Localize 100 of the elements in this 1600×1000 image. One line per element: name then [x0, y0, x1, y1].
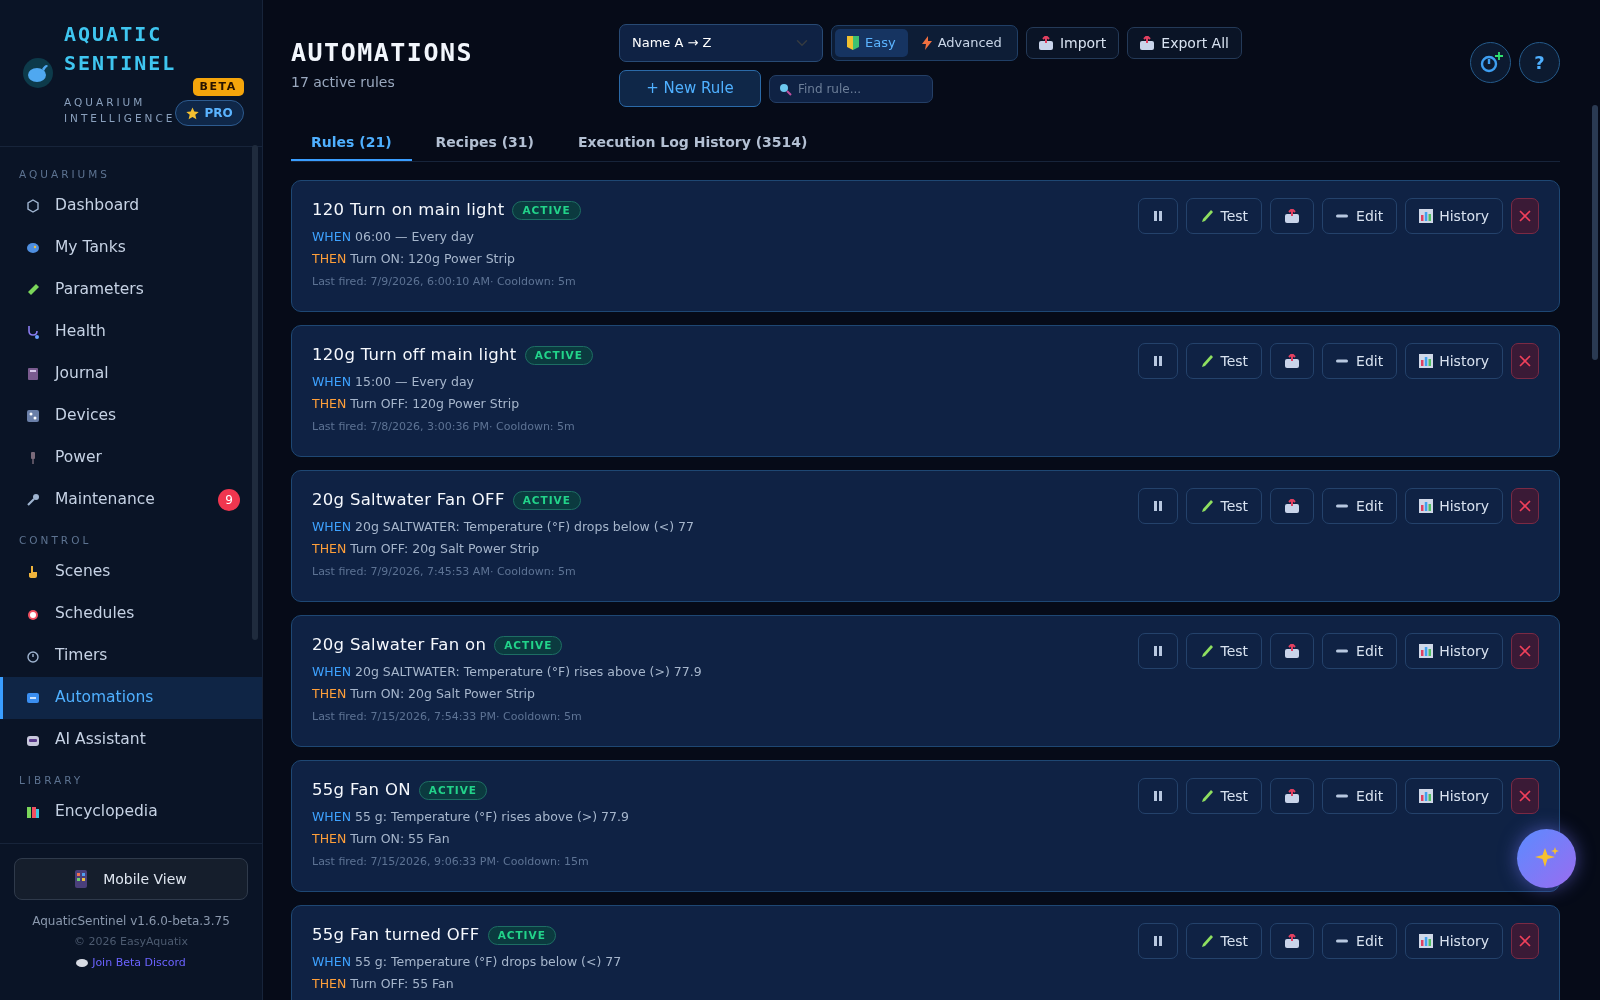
nav-item[interactable]: Journal: [0, 353, 262, 395]
close-icon: [1519, 790, 1531, 802]
history-button[interactable]: History: [1405, 778, 1503, 814]
nav-item[interactable]: Power: [0, 437, 262, 479]
delete-button[interactable]: [1511, 488, 1539, 524]
nav-item[interactable]: Encyclopedia: [0, 791, 262, 833]
rule-title: 20g Salwater Fan on: [312, 634, 487, 656]
bar-chart-icon: [1419, 644, 1434, 658]
tray-icon: [1285, 209, 1300, 223]
pause-icon: [1154, 646, 1163, 656]
test-button[interactable]: Test: [1186, 923, 1263, 959]
export-button[interactable]: [1270, 488, 1315, 524]
stopwatch-icon: [25, 648, 41, 664]
nav-item[interactable]: AI Assistant: [0, 719, 262, 761]
status-tag: ACTIVE: [487, 925, 556, 946]
edit-button[interactable]: Edit: [1322, 778, 1398, 814]
help-button[interactable]: ?: [1519, 42, 1560, 83]
new-rule-button[interactable]: + New Rule: [619, 70, 761, 107]
rule-title: 120g Turn off main light: [312, 344, 517, 366]
pause-icon: [1154, 356, 1163, 366]
search-field[interactable]: Find rule...: [769, 74, 933, 103]
rule-count: 17 active rules: [291, 73, 396, 92]
edit-button[interactable]: Edit: [1322, 488, 1398, 524]
wrench-icon: [25, 492, 41, 508]
test-button[interactable]: Test: [1186, 198, 1263, 234]
pause-button[interactable]: [1138, 488, 1179, 524]
history-button[interactable]: History: [1405, 488, 1503, 524]
close-icon: [1519, 355, 1531, 367]
nav-item[interactable]: Scenes: [0, 551, 262, 593]
status-tag: ACTIVE: [512, 490, 581, 511]
phone-icon: [75, 870, 88, 888]
edit-button[interactable]: Edit: [1322, 198, 1398, 234]
timer-button[interactable]: [1470, 42, 1511, 83]
nav-item[interactable]: Parameters: [0, 269, 262, 311]
edit-button[interactable]: Edit: [1322, 633, 1398, 669]
tray-icon: [1285, 789, 1300, 803]
export-button[interactable]: [1270, 778, 1315, 814]
nav-item[interactable]: Dashboard: [0, 185, 262, 227]
pause-button[interactable]: [1138, 343, 1179, 379]
hexagon-icon: [25, 198, 41, 214]
export-button[interactable]: [1270, 633, 1315, 669]
pause-icon: [1154, 791, 1163, 801]
trigger-text: WHEN 55 g: Temperature (°F) rises above (>) 77.9: [312, 807, 630, 826]
action-text: THEN Turn ON: 20g Salt Power Strip: [312, 684, 537, 703]
delete-button[interactable]: [1511, 343, 1539, 379]
bar-chart-icon: [1419, 209, 1434, 223]
pause-button[interactable]: [1138, 923, 1179, 959]
control-panel-icon: [25, 408, 41, 424]
import-button[interactable]: Import: [1025, 27, 1120, 59]
history-button[interactable]: History: [1405, 633, 1503, 669]
pause-icon: [1154, 211, 1163, 221]
delete-button[interactable]: [1511, 923, 1539, 959]
mode-toggle[interactable]: Advanced: [909, 29, 1014, 57]
edit-button[interactable]: Edit: [1322, 343, 1398, 379]
tray-icon: [1285, 354, 1300, 368]
nav-item[interactable]: My Tanks: [0, 227, 262, 269]
rule-title: 120 Turn on main light: [312, 199, 505, 221]
export-button[interactable]: [1270, 343, 1315, 379]
pro-tag: PRO: [175, 100, 244, 127]
tab[interactable]: Rules (21): [291, 128, 412, 161]
test-button[interactable]: Test: [1186, 488, 1263, 524]
pause-button[interactable]: [1138, 633, 1179, 669]
pause-button[interactable]: [1138, 778, 1179, 814]
test-button[interactable]: Test: [1186, 778, 1263, 814]
mobile-view-button[interactable]: Mobile View: [14, 858, 248, 900]
notebook-icon: [25, 366, 41, 382]
tray-icon: [1140, 36, 1155, 50]
test-tube-icon: [1200, 354, 1215, 368]
sort-select[interactable]: Name A → Z: [619, 24, 823, 62]
export-button[interactable]: Export All: [1127, 27, 1242, 59]
trigger-text: WHEN 15:00 — Every day: [312, 372, 475, 391]
tab[interactable]: Execution Log History (3514): [557, 128, 828, 161]
delete-button[interactable]: [1511, 198, 1539, 234]
section-heading: AQUARIUMS: [18, 167, 111, 182]
nav-item[interactable]: Automations: [0, 677, 262, 719]
edit-button[interactable]: Edit: [1322, 923, 1398, 959]
export-button[interactable]: [1270, 198, 1315, 234]
lightning-icon: [921, 36, 932, 50]
tab[interactable]: Recipes (31): [415, 128, 554, 161]
test-button[interactable]: Test: [1186, 343, 1263, 379]
discord-link[interactable]: Join Beta Discord: [92, 954, 186, 971]
export-button[interactable]: [1270, 923, 1315, 959]
last-fired-text: Last fired: 7/15/2026, 9:06:33 PM· Cooldown: 15m: [312, 853, 590, 870]
pause-button[interactable]: [1138, 198, 1179, 234]
history-button[interactable]: History: [1405, 343, 1503, 379]
history-button[interactable]: History: [1405, 923, 1503, 959]
history-button[interactable]: History: [1405, 198, 1503, 234]
last-fired-text: Last fired: 7/8/2026, 3:00:36 PM· Cooldown: 5m: [312, 418, 576, 435]
nav-item[interactable]: Health: [0, 311, 262, 353]
nav-item[interactable]: Maintenance 9: [0, 479, 262, 521]
test-button[interactable]: Test: [1186, 633, 1263, 669]
nav-item[interactable]: Schedules: [0, 593, 262, 635]
copyright-text: © 2026 EasyAquatix: [73, 934, 189, 950]
mode-toggle[interactable]: Easy: [835, 29, 908, 57]
nav-item[interactable]: Devices: [0, 395, 262, 437]
delete-button[interactable]: [1511, 778, 1539, 814]
nav-item[interactable]: Timers: [0, 635, 262, 677]
test-tube-icon: [1200, 644, 1215, 658]
delete-button[interactable]: [1511, 633, 1539, 669]
rule-title: 55g Fan ON: [312, 779, 411, 801]
